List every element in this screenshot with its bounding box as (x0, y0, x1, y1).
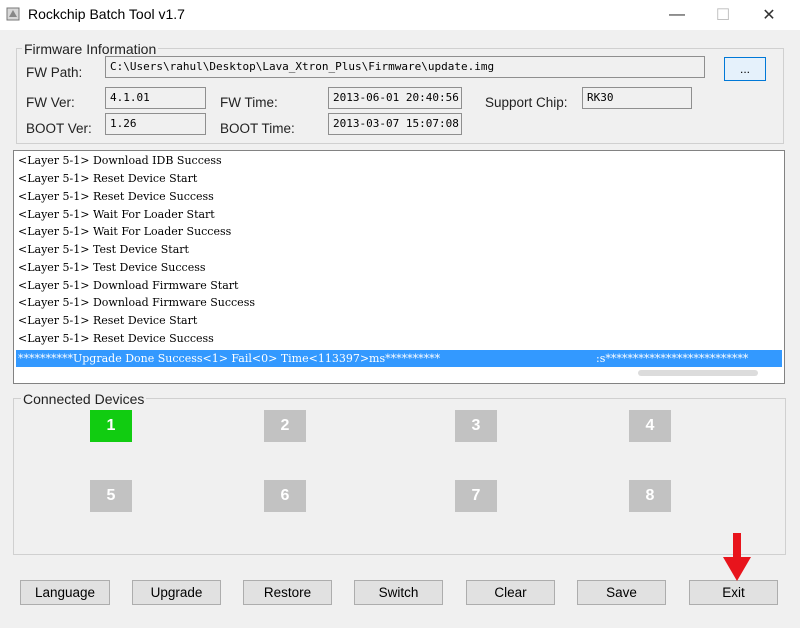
log-line: <Layer 5-1> Reset Device Start (18, 172, 198, 185)
fw-path-field[interactable]: C:\Users\rahul\Desktop\Lava_Xtron_Plus\F… (105, 56, 705, 78)
language-button[interactable]: Language (20, 580, 110, 605)
log-line: <Layer 5-1> Download IDB Success (18, 154, 222, 167)
boot-time-field: 2013-03-07 15:07:08 (328, 113, 462, 135)
fw-ver-label: FW Ver: (26, 95, 75, 110)
fw-time-label: FW Time: (220, 95, 278, 110)
log-line: <Layer 5-1> Reset Device Success (18, 332, 214, 345)
fw-time-field: 2013-06-01 20:40:56 (328, 87, 462, 109)
app-icon (6, 7, 20, 21)
boot-time-label: BOOT Time: (220, 121, 295, 136)
close-icon: ✕ (762, 7, 776, 24)
device-tile-8[interactable]: 8 (629, 480, 671, 512)
scroll-hint (638, 370, 758, 376)
minimize-button[interactable]: — (654, 0, 700, 30)
log-line: <Layer 5-1> Test Device Success (18, 261, 206, 274)
log-list[interactable]: <Layer 5-1> Download IDB Success <Layer … (13, 150, 785, 384)
red-arrow-annotation-icon (723, 533, 751, 581)
window-title: Rockchip Batch Tool v1.7 (28, 6, 185, 22)
minimize-icon: — (669, 6, 685, 23)
device-tile-5[interactable]: 5 (90, 480, 132, 512)
clear-button[interactable]: Clear (466, 580, 555, 605)
log-line: <Layer 5-1> Wait For Loader Success (18, 225, 232, 238)
restore-button[interactable]: Restore (243, 580, 332, 605)
log-line: <Layer 5-1> Download Firmware Start (18, 279, 239, 292)
browse-button[interactable]: ... (724, 57, 766, 81)
log-line: <Layer 5-1> Wait For Loader Start (18, 208, 215, 221)
device-tile-3[interactable]: 3 (455, 410, 497, 442)
exit-button[interactable]: Exit (689, 580, 778, 605)
firmware-info-title: Firmware Information (22, 41, 159, 57)
device-tile-7[interactable]: 7 (455, 480, 497, 512)
device-tile-6[interactable]: 6 (264, 480, 306, 512)
upgrade-result-tail: :s************************** (596, 352, 749, 365)
device-tile-4[interactable]: 4 (629, 410, 671, 442)
upgrade-button[interactable]: Upgrade (132, 580, 221, 605)
support-chip-field: RK30 (582, 87, 692, 109)
log-line: <Layer 5-1> Reset Device Success (18, 190, 214, 203)
boot-ver-field: 1.26 (105, 113, 206, 135)
fw-path-label: FW Path: (26, 65, 83, 80)
log-line: <Layer 5-1> Download Firmware Success (18, 296, 255, 309)
log-line: <Layer 5-1> Test Device Start (18, 243, 189, 256)
maximize-icon: ☐ (715, 7, 731, 24)
boot-ver-label: BOOT Ver: (26, 121, 92, 136)
close-button[interactable]: ✕ (746, 0, 792, 30)
upgrade-result-text: **********Upgrade Done Success<1> Fail<0… (18, 352, 441, 365)
device-tile-2[interactable]: 2 (264, 410, 306, 442)
switch-button[interactable]: Switch (354, 580, 443, 605)
log-line: <Layer 5-1> Reset Device Start (18, 314, 198, 327)
connected-devices-title: Connected Devices (21, 391, 147, 407)
maximize-button[interactable]: ☐ (700, 0, 746, 30)
fw-ver-field: 4.1.01 (105, 87, 206, 109)
support-chip-label: Support Chip: (485, 95, 568, 110)
device-tile-1[interactable]: 1 (90, 410, 132, 442)
save-button[interactable]: Save (577, 580, 666, 605)
